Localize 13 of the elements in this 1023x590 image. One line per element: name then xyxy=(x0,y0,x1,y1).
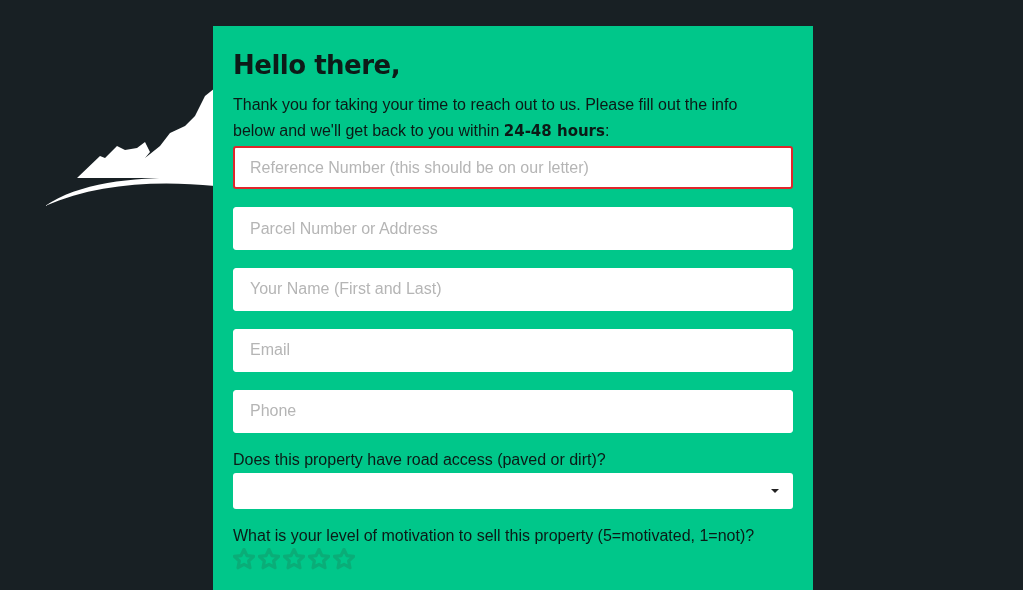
intro-text: Thank you for taking your time to reach out to us. Please fill out the info below and we'll get back to you within 24-48 hours: xyxy=(233,95,739,142)
caret-icon xyxy=(771,488,779,493)
star-icon[interactable] xyxy=(333,548,355,570)
question-label: Does this property have road access (paved or dirt)? xyxy=(233,450,607,469)
input-field[interactable]: Reference Number (this should be on our letter) xyxy=(233,146,793,189)
road-access-dropdown[interactable] xyxy=(233,472,793,509)
star-icon[interactable] xyxy=(283,548,305,570)
star-icon[interactable] xyxy=(308,548,330,570)
star-icon[interactable] xyxy=(258,548,280,570)
form-title: Hello there, xyxy=(233,50,402,80)
star-icon[interactable] xyxy=(233,548,255,570)
mountain-logo-icon xyxy=(45,88,215,208)
question-label: What is your level of motivation to sell this property (5=motivated, 1=not)? xyxy=(233,527,756,545)
